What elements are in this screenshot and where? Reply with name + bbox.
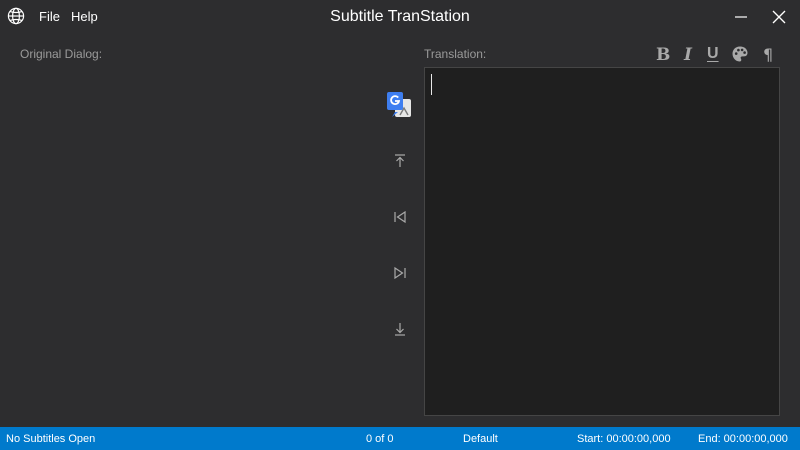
- status-file: No Subtitles Open: [6, 433, 96, 445]
- original-dialog-label: Original Dialog:: [20, 47, 103, 61]
- status-end-time: End: 00:00:00,000: [698, 433, 788, 445]
- jump-to-last-icon: [395, 323, 405, 336]
- title-bar: File Help Subtitle TranStation: [0, 0, 800, 34]
- close-icon: [772, 10, 786, 24]
- minimize-button[interactable]: [730, 6, 752, 28]
- previous-icon: [394, 210, 406, 224]
- translation-label: Translation:: [424, 47, 487, 61]
- jump-to-first-button[interactable]: [391, 152, 409, 170]
- italic-button[interactable]: I: [684, 45, 692, 65]
- paragraph-button[interactable]: ¶: [763, 45, 773, 64]
- close-button[interactable]: [768, 6, 790, 28]
- minimize-icon: [735, 16, 747, 18]
- status-start-time: Start: 00:00:00,000: [577, 433, 671, 445]
- status-count: 0 of 0: [366, 433, 394, 445]
- bold-button[interactable]: B: [656, 45, 670, 65]
- color-button[interactable]: [731, 45, 749, 63]
- menu-file[interactable]: File: [39, 9, 60, 24]
- app-title: Subtitle TranStation: [330, 8, 470, 25]
- menu-help[interactable]: Help: [71, 9, 98, 24]
- text-caret: [431, 74, 432, 95]
- next-button[interactable]: [391, 264, 409, 282]
- original-dialog-pane: [18, 68, 368, 414]
- translate-button[interactable]: [386, 91, 412, 118]
- palette-icon: [732, 46, 748, 62]
- jump-to-last-button[interactable]: [391, 320, 409, 338]
- google-translate-icon: [387, 92, 411, 117]
- underline-button[interactable]: U: [707, 45, 719, 63]
- previous-button[interactable]: [391, 208, 409, 226]
- status-bar: No Subtitles Open 0 of 0 Default Start: …: [0, 427, 800, 450]
- translation-editor[interactable]: [424, 67, 780, 416]
- jump-to-first-icon: [395, 154, 405, 167]
- globe-icon[interactable]: [7, 7, 25, 25]
- status-style: Default: [463, 433, 498, 445]
- next-icon: [394, 266, 406, 280]
